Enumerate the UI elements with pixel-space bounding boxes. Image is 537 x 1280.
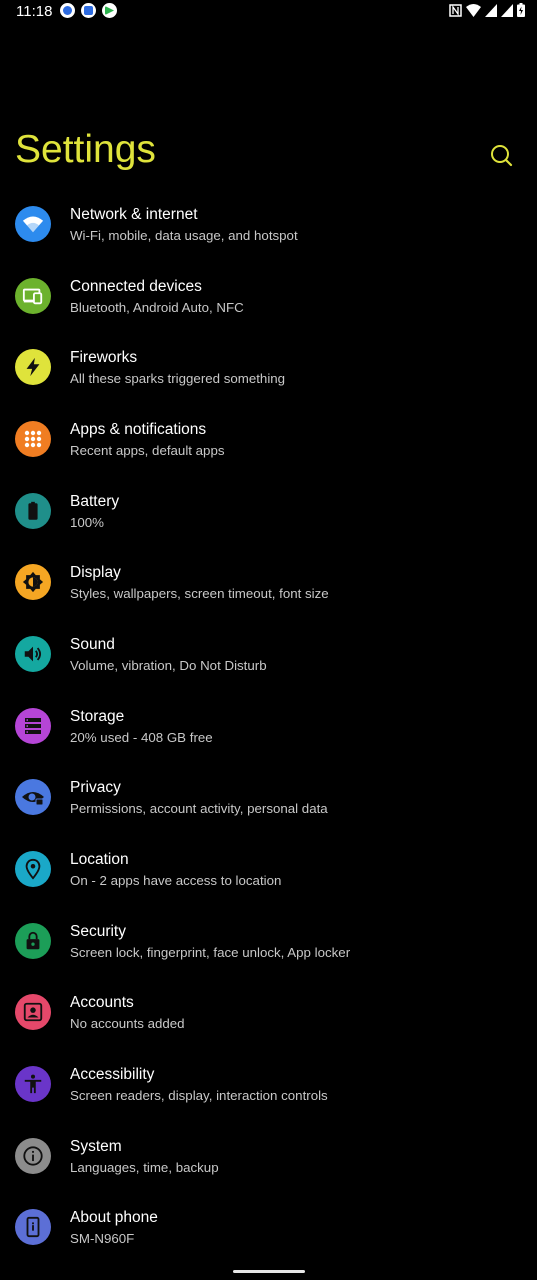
item-title: Display [70, 564, 121, 582]
header: Settings [0, 120, 537, 190]
item-subtitle: 20% used - 408 GB free [70, 729, 213, 745]
battery-status-icon [517, 3, 525, 17]
item-title: Network & internet [70, 206, 198, 223]
apps-grid-icon [15, 420, 51, 457]
signal-2-icon [501, 3, 513, 17]
nfc-icon [449, 3, 462, 17]
item-title: Accessibility [70, 1065, 155, 1083]
item-subtitle: Permissions, account activity, personal … [70, 801, 328, 817]
item-title: System [70, 1137, 122, 1155]
app-notification-icon [81, 3, 96, 18]
settings-item-accessibility[interactable]: Accessibility Screen readers, display, i… [0, 1049, 537, 1121]
item-subtitle: Screen readers, display, interaction con… [70, 1087, 328, 1103]
settings-item-about-phone[interactable]: About phone SM-N960F [0, 1192, 537, 1264]
item-subtitle: 100% [70, 514, 105, 530]
item-subtitle: Recent apps, default apps [70, 442, 225, 458]
settings-item-connected-devices[interactable]: Connected devices Bluetooth, Android Aut… [0, 261, 537, 333]
lock-icon [15, 922, 51, 959]
volume-icon [15, 635, 51, 672]
item-subtitle: Languages, time, backup [70, 1159, 219, 1175]
settings-item-storage[interactable]: Storage 20% used - 408 GB free [0, 691, 537, 763]
play-store-notification-icon [102, 3, 117, 18]
settings-item-battery[interactable]: Battery 100% [0, 476, 537, 548]
item-title: Battery [70, 492, 120, 510]
item-subtitle: Styles, wallpapers, screen timeout, font… [70, 586, 329, 602]
privacy-eye-icon [15, 779, 51, 816]
item-title: Storage [70, 707, 125, 725]
status-time: 11:18 [16, 3, 53, 20]
phone-info-icon [15, 1209, 51, 1246]
wifi-status-icon [466, 3, 481, 17]
item-subtitle: Bluetooth, Android Auto, NFC [70, 299, 244, 315]
settings-item-accounts[interactable]: Accounts No accounts added [0, 977, 537, 1049]
navigation-gesture-bar[interactable] [233, 1270, 305, 1273]
settings-list: Network & internet Wi-Fi, mobile, data u… [0, 189, 537, 1264]
item-subtitle: Screen lock, fingerprint, face unlock, A… [70, 944, 351, 960]
item-subtitle: SM-N960F [70, 1231, 135, 1247]
settings-item-privacy[interactable]: Privacy Permissions, account activity, p… [0, 762, 537, 834]
status-bar: 11:18 [0, 0, 537, 26]
item-title: Location [70, 850, 129, 868]
settings-notification-icon [60, 3, 75, 18]
settings-item-location[interactable]: Location On - 2 apps have access to loca… [0, 834, 537, 906]
settings-item-fireworks[interactable]: Fireworks All these sparks triggered som… [0, 332, 537, 404]
item-subtitle: On - 2 apps have access to location [70, 872, 282, 888]
page-title: Settings [15, 128, 156, 171]
battery-icon [15, 492, 51, 529]
search-icon [491, 145, 513, 167]
settings-item-apps[interactable]: Apps & notifications Recent apps, defaul… [0, 404, 537, 476]
item-title: Apps & notifications [70, 420, 207, 438]
location-pin-icon [15, 850, 51, 887]
info-icon [15, 1137, 51, 1174]
item-title: Sound [70, 635, 115, 653]
notification-icons [60, 3, 117, 18]
storage-icon [15, 707, 51, 744]
brightness-icon [15, 564, 51, 601]
item-subtitle: Wi-Fi, mobile, data usage, and hotspot [70, 228, 298, 243]
search-button[interactable] [486, 140, 516, 170]
item-title: Fireworks [70, 349, 138, 367]
settings-item-system[interactable]: System Languages, time, backup [0, 1121, 537, 1193]
settings-item-sound[interactable]: Sound Volume, vibration, Do Not Disturb [0, 619, 537, 691]
item-subtitle: Volume, vibration, Do Not Disturb [70, 657, 267, 673]
settings-item-security[interactable]: Security Screen lock, fingerprint, face … [0, 906, 537, 978]
item-title: About phone [70, 1209, 158, 1227]
accessibility-icon [15, 1065, 51, 1102]
wifi-icon [15, 206, 51, 242]
settings-item-network[interactable]: Network & internet Wi-Fi, mobile, data u… [0, 189, 537, 261]
item-title: Privacy [70, 779, 121, 797]
signal-1-icon [485, 3, 497, 17]
item-subtitle: No accounts added [70, 1016, 185, 1032]
settings-item-display[interactable]: Display Styles, wallpapers, screen timeo… [0, 547, 537, 619]
bolt-icon [15, 349, 51, 386]
item-title: Connected devices [70, 277, 202, 295]
account-box-icon [15, 994, 51, 1031]
devices-icon [15, 277, 51, 314]
item-title: Security [70, 922, 126, 940]
item-subtitle: All these sparks triggered something [70, 371, 286, 387]
system-icons [449, 3, 525, 17]
item-title: Accounts [70, 994, 134, 1012]
